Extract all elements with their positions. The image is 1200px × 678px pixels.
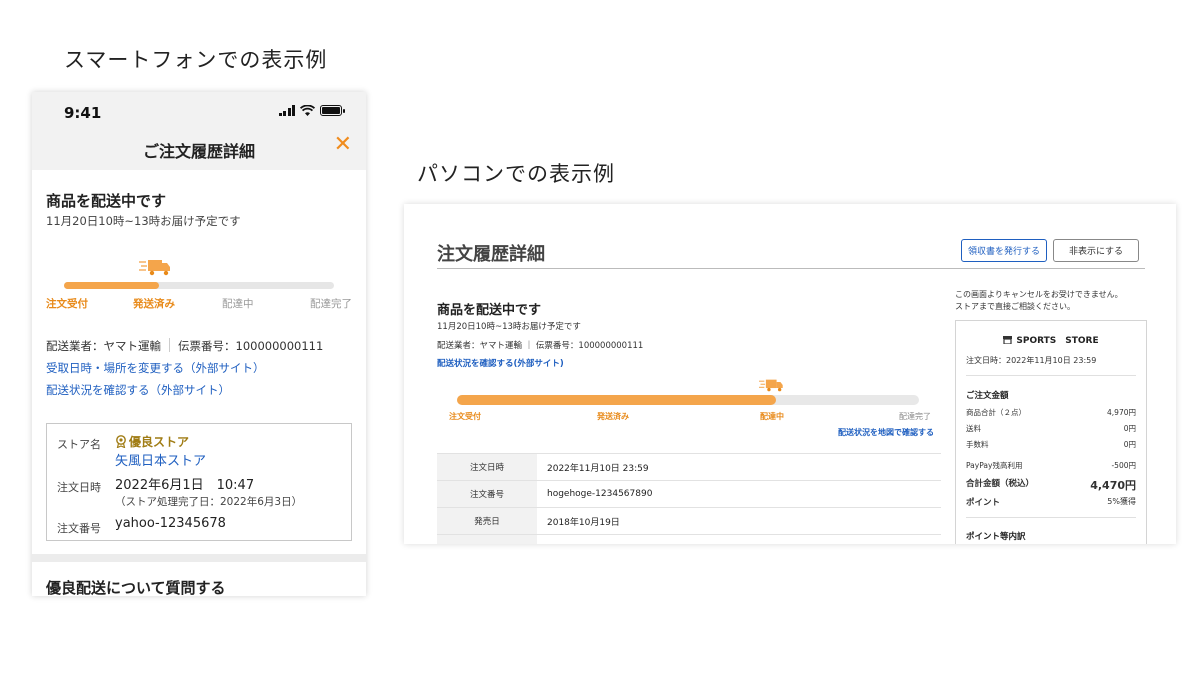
title-divider [437, 268, 1145, 269]
divider [966, 517, 1136, 518]
carrier-name: 配送業者：ヤマト運輸 [46, 339, 161, 353]
signal-icon [278, 105, 295, 116]
step-delivered: 配達完了 [899, 412, 931, 421]
table-row [437, 535, 941, 544]
divider [169, 338, 170, 352]
caption-smartphone: スマートフォンでの表示例 [64, 48, 328, 72]
total-row: 合計金額（税込） 4,470円 [966, 477, 1136, 493]
order-date: 2022年6月1日 10:47 [115, 478, 255, 493]
phone-header: 9:41 ご注文履歴詳細 ✕ [32, 92, 366, 170]
map-delivery-link[interactable]: 配送状況を地図で確認する [838, 427, 934, 438]
progress-fill [64, 282, 159, 289]
change-delivery-link[interactable]: 受取日時・場所を変更する（外部サイト） [46, 360, 265, 376]
table-row: 注文番号 hogehoge-1234567890 [437, 481, 941, 508]
truck-icon [139, 260, 170, 276]
page-title: 注文履歴詳細 [437, 244, 545, 265]
row-label: 注文番号 [437, 481, 537, 507]
issue-receipt-button[interactable]: 領収書を発行する [961, 239, 1047, 262]
table-row: 発売日 2018年10月19日 [437, 508, 941, 535]
progress-fill [457, 395, 776, 405]
delivery-eta: 11月20日10時~13時お届け予定です [46, 214, 241, 228]
caption-pc: パソコンでの表示例 [417, 162, 615, 186]
row-label: 注文日時 [437, 454, 537, 480]
point-label: ポイント [966, 498, 1001, 508]
store-icon [1003, 335, 1013, 344]
order-summary-panel: SPORTS STORE 注文日時：2022年11月10日 23:59 ご注文金… [955, 320, 1147, 544]
row-label: 発売日 [437, 508, 537, 534]
paypay-row: PayPay残高利用 -500円 [966, 460, 1136, 471]
amount-value: 0円 [1123, 424, 1136, 433]
row-value [537, 535, 547, 544]
cancel-note-line: この画面よりキャンセルをお受けできません。 [955, 290, 1123, 299]
truck-icon [759, 379, 783, 392]
close-icon[interactable]: ✕ [334, 134, 352, 156]
smartphone-screen: 9:41 ご注文履歴詳細 ✕ 商品を配送中です 11月20日10時~13時お届け… [32, 92, 366, 596]
point-row: ポイント 5%獲得 [966, 496, 1136, 508]
store-label: ストア名 [57, 438, 101, 451]
status-time: 9:41 [64, 104, 102, 122]
delivery-progress-bar [64, 282, 334, 289]
table-row: 注文日時 2022年11月10日 23:59 [437, 454, 941, 481]
check-delivery-link[interactable]: 配送状況を確認する（外部サイト） [46, 382, 230, 398]
paypay-value: -500円 [1111, 461, 1136, 470]
store-name[interactable]: SPORTS STORE [956, 333, 1146, 346]
amount-row: 商品合計（２点） 4,970円 [966, 407, 1136, 418]
amount-label: 手数料 [966, 440, 989, 449]
delivery-status-title: 商品を配送中です [46, 192, 167, 210]
amount-label: 商品合計（２点） [966, 408, 1026, 417]
delivery-eta: 11月20日10時~13時お届け予定です [437, 322, 581, 332]
step-delivering: 配達中 [760, 412, 784, 421]
points-heading: ポイント等内訳 [966, 532, 1026, 542]
store-name-link[interactable]: 矢風日本ストア [115, 450, 206, 469]
status-icons [278, 105, 345, 116]
order-info-box: ストア名 優良ストア 矢風日本ストア 注文日時 2022年6月1日 10:47 … [46, 423, 352, 541]
order-number: yahoo-12345678 [115, 516, 226, 531]
page-title: ご注文履歴詳細 [142, 142, 255, 161]
delivery-progress-bar [457, 395, 919, 405]
cancel-note-line: ストアまで直接ご相談ください。 [955, 302, 1075, 311]
date-label: 注文日時 [57, 481, 101, 494]
section-divider [32, 554, 366, 562]
store-badge: 優良ストア [115, 433, 189, 450]
order-info-table: 注文日時 2022年11月10日 23:59 注文番号 hogehoge-123… [437, 453, 941, 544]
pc-screen: 注文履歴詳細 領収書を発行する 非表示にする 商品を配送中です 11月20日10… [404, 204, 1176, 544]
total-value: 4,470円 [1090, 479, 1136, 492]
paypay-label: PayPay残高利用 [966, 461, 1023, 470]
hide-button[interactable]: 非表示にする [1053, 239, 1139, 262]
amount-label: 送料 [966, 424, 981, 433]
battery-icon [320, 105, 345, 116]
divider [966, 375, 1136, 376]
badge-icon [116, 435, 126, 448]
step-delivered: 配達完了 [310, 298, 352, 310]
point-value: 5%獲得 [1107, 497, 1136, 506]
question-heading[interactable]: 優良配送について質問する [46, 577, 226, 596]
wifi-icon [300, 105, 315, 116]
step-received: 注文受付 [449, 412, 481, 421]
row-label [437, 535, 537, 544]
carrier-info: 配送業者：ヤマト運輸 ｜ 伝票番号：100000000111 [437, 341, 644, 351]
step-delivering: 配達中 [222, 298, 254, 310]
store-name-text: SPORTS STORE [1016, 336, 1099, 346]
tracking-number: 伝票番号：100000000111 [178, 339, 324, 353]
row-value: 2022年11月10日 23:59 [547, 463, 649, 474]
carrier-info: 配送業者：ヤマト運輸 伝票番号：100000000111 [46, 338, 323, 354]
order-date: 注文日時：2022年11月10日 23:59 [966, 356, 1097, 365]
amount-value: 0円 [1123, 440, 1136, 449]
store-badge-text: 優良ストア [129, 435, 190, 449]
order-date-note: （ストア処理完了日：2022年6月3日） [115, 496, 303, 508]
amount-value: 4,970円 [1107, 408, 1136, 417]
step-received: 注文受付 [46, 298, 88, 310]
step-shipped: 発送済み [597, 412, 629, 421]
step-shipped: 発送済み [133, 298, 175, 310]
amount-row: 送料 0円 [966, 423, 1136, 434]
delivery-status-title: 商品を配送中です [437, 303, 542, 318]
amount-row: 手数料 0円 [966, 439, 1136, 450]
check-delivery-link[interactable]: 配送状況を確認する(外部サイト) [437, 357, 564, 369]
order-number-label: 注文番号 [57, 522, 101, 535]
amount-heading: ご注文金額 [966, 391, 1009, 401]
row-value: 2018年10月19日 [547, 517, 620, 528]
row-value: hogehoge-1234567890 [547, 489, 653, 499]
total-label: 合計金額（税込） [966, 479, 1035, 489]
cancel-note: この画面よりキャンセルをお受けできません。 ストアまで直接ご相談ください。 [955, 289, 1155, 313]
